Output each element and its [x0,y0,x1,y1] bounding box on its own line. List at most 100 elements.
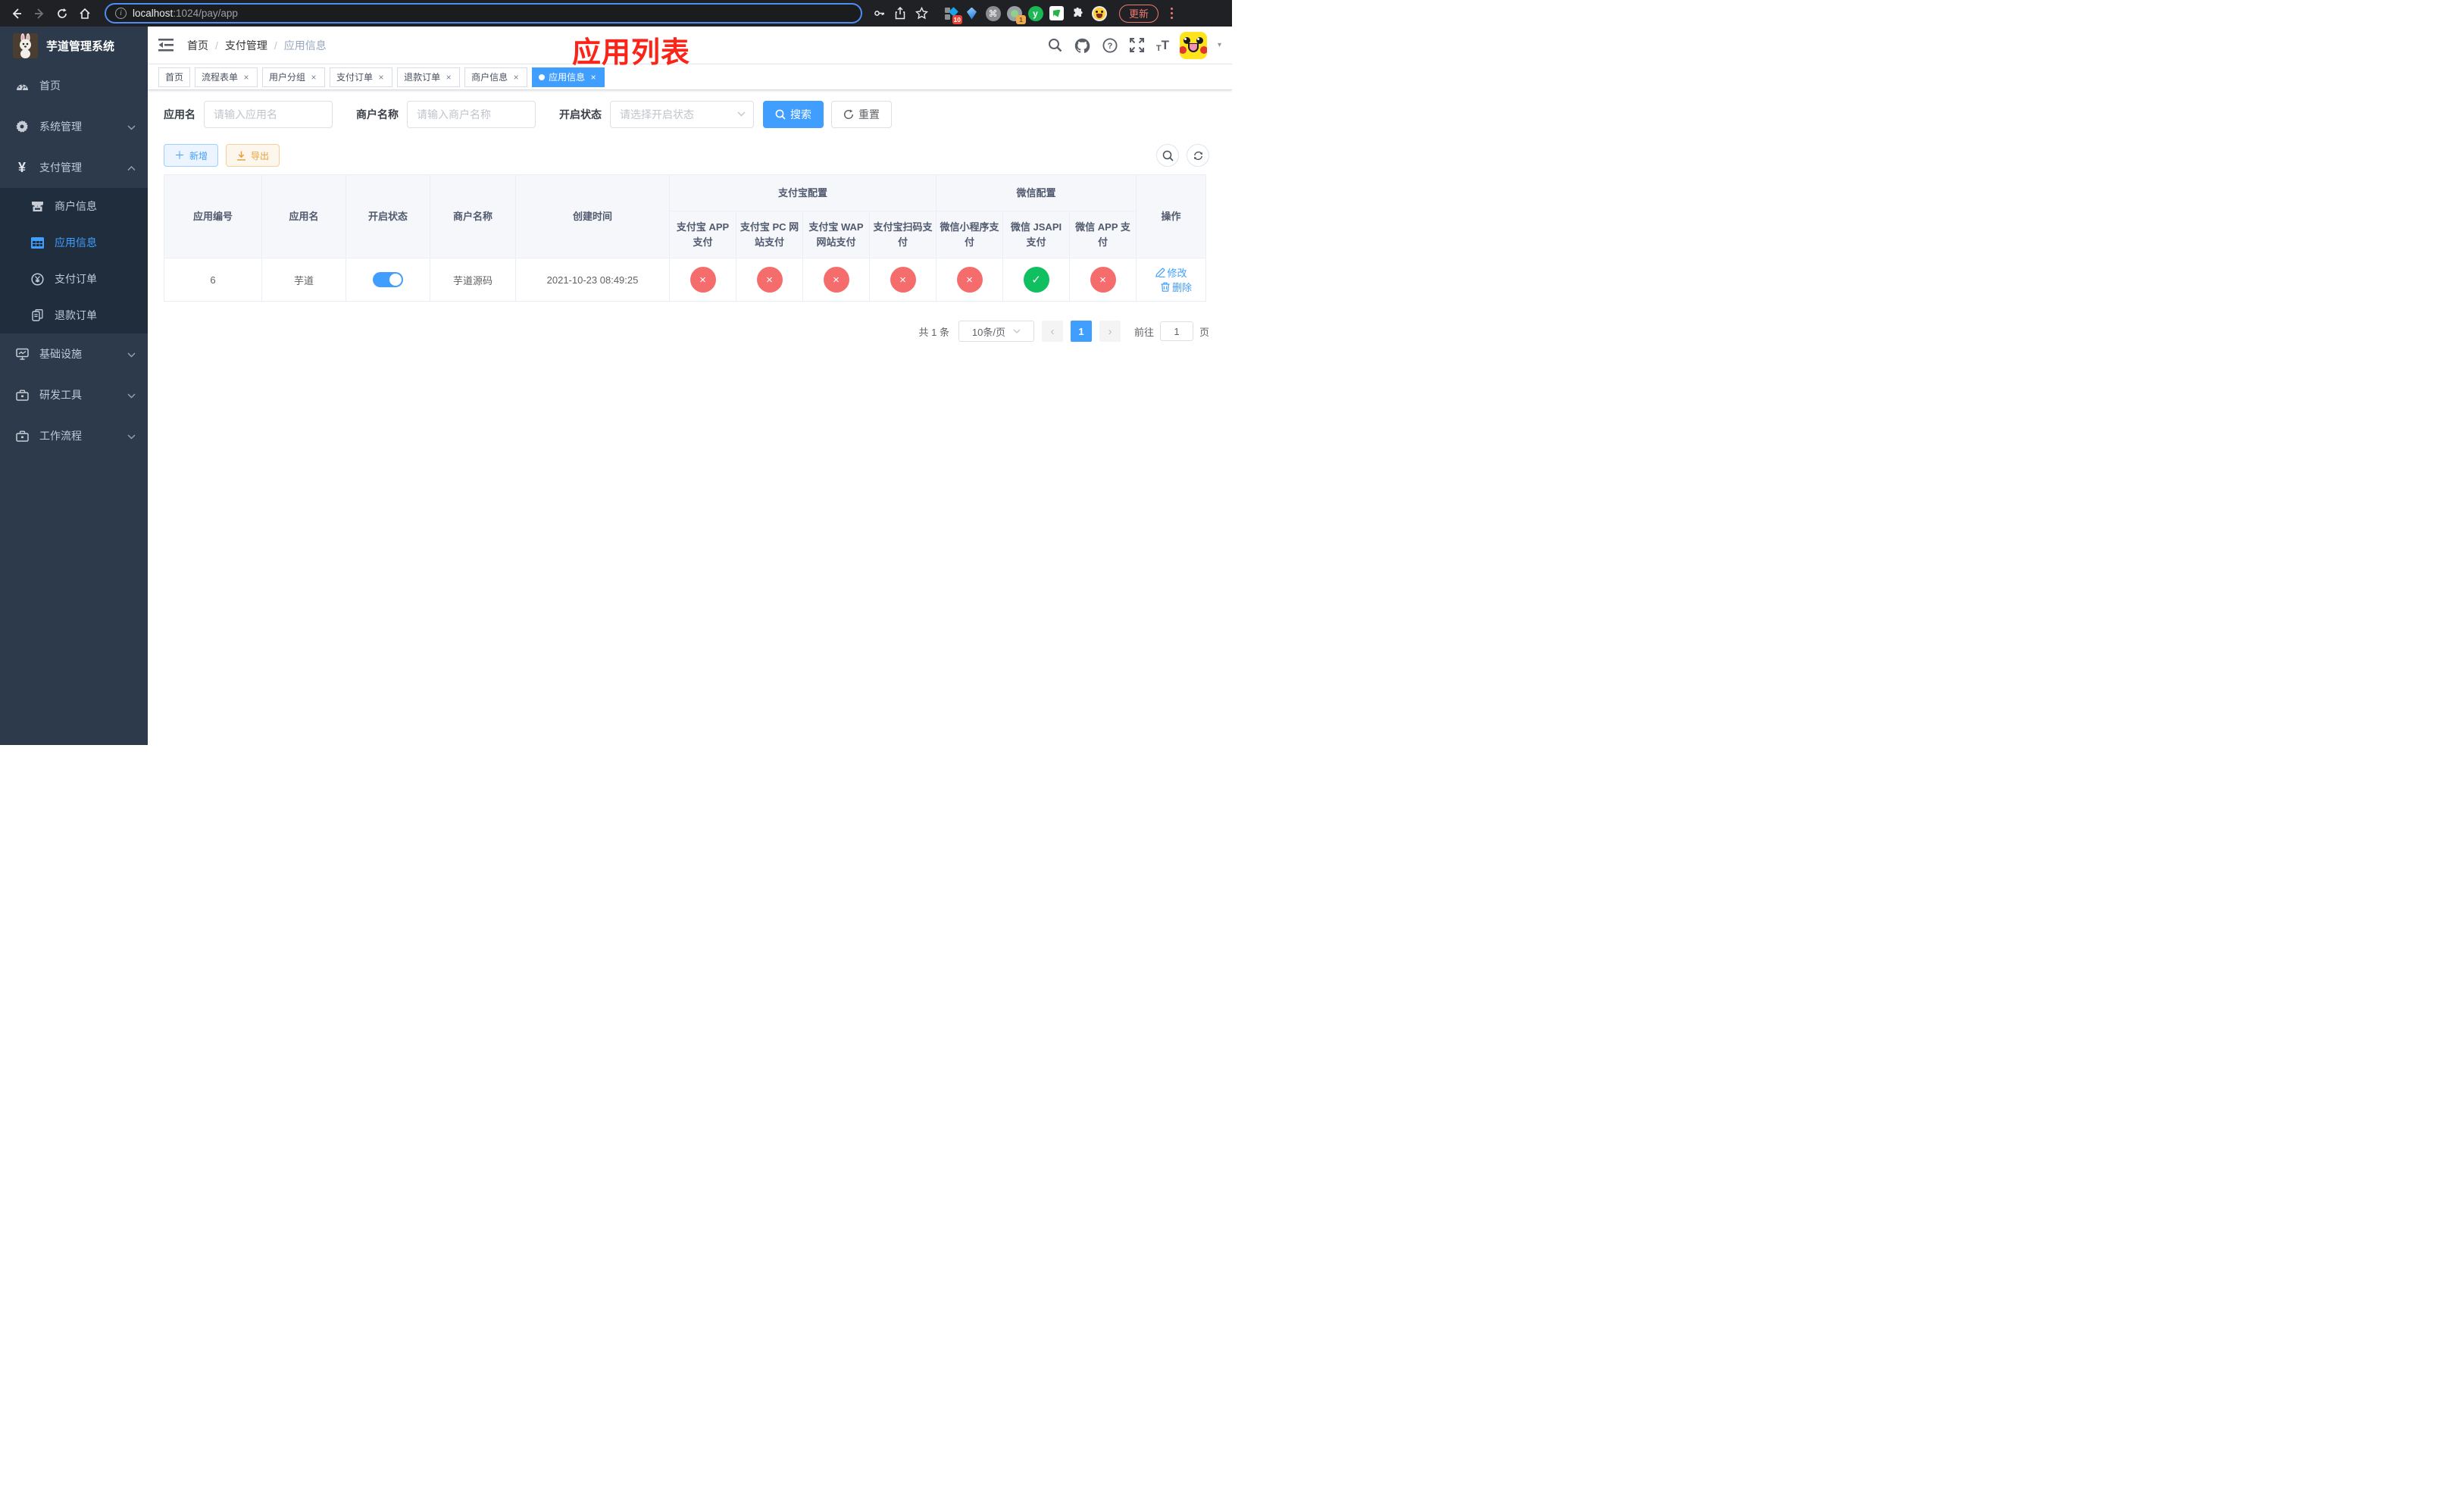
help-icon[interactable]: ? [1102,37,1118,54]
extension-session-icon[interactable]: 1 [1006,5,1026,24]
col-header-alipay-qr: 支付宝扫码支付 [868,211,937,258]
sidebar-item-infrastructure[interactable]: 基础设施 [0,333,148,374]
sidebar-item-home[interactable]: 首页 [0,65,148,106]
refresh-table-button[interactable] [1187,144,1209,167]
cell-merchant: 芋道源码 [430,258,516,302]
sidebar-item-dev-tools[interactable]: 研发工具 [0,374,148,415]
url-text[interactable]: localhost:1024/pay/app [133,8,238,19]
extensions-puzzle-icon[interactable] [1070,5,1086,21]
close-icon[interactable]: × [377,72,386,83]
close-icon[interactable]: × [589,72,598,83]
forward-icon[interactable] [30,5,48,23]
goto-page-input[interactable] [1159,321,1193,341]
font-size-icon[interactable]: TT [1156,38,1169,53]
chrome-update-button[interactable]: 更新 [1119,4,1159,23]
sidebar: 芋道管理系统 首页 系统管理 ¥ 支付管理 商户信息 应用信息 支付订单 退款订… [0,27,148,745]
sidebar-item-pay-order[interactable]: 支付订单 [0,261,148,297]
table-grid-icon [30,236,44,249]
sidebar-item-label: 应用信息 [55,236,97,249]
merchant-name-input[interactable] [407,101,536,128]
reset-button[interactable]: 重置 [831,101,892,128]
enabled-toggle[interactable] [373,272,403,287]
sidebar-item-system[interactable]: 系统管理 [0,106,148,147]
bookmark-star-icon[interactable] [912,5,930,23]
extension-kite-icon[interactable] [964,5,980,21]
page-1-button[interactable]: 1 [1070,321,1092,342]
tab-pay-order[interactable]: 支付订单 × [330,67,393,87]
tab-user-group[interactable]: 用户分组 × [262,67,326,87]
status-circle[interactable]: ✓ [1023,267,1049,293]
sidebar-collapse-icon[interactable] [158,38,175,53]
tab-home[interactable]: 首页 [158,67,191,87]
sidebar-item-label: 商户信息 [55,200,97,212]
cell-alipay-pc: × [736,258,803,302]
col-header-wx-app: 微信 APP 支付 [1069,211,1137,258]
share-icon[interactable] [891,5,909,23]
extension-y-icon[interactable]: y [1027,5,1043,21]
cell-wx-mini: × [936,258,1004,302]
breadcrumb-payment[interactable]: 支付管理 [225,38,267,53]
extension-command-icon[interactable]: ⌘ [985,5,1001,21]
extension-emoji-icon[interactable] [1091,5,1107,21]
github-icon[interactable] [1074,37,1091,54]
chevron-down-icon [127,389,136,401]
browser-menu-icon[interactable] [1166,6,1177,20]
tab-label: 应用信息 [549,72,586,83]
search-button[interactable]: 搜索 [763,101,824,128]
col-header-created: 创建时间 [515,174,670,258]
page-size-select[interactable]: 10条/页 [958,321,1034,342]
close-icon[interactable]: × [242,72,251,83]
cell-created: 2021-10-23 08:49:25 [515,258,670,302]
sidebar-item-app-info[interactable]: 应用信息 [0,224,148,261]
home-icon[interactable] [76,5,94,23]
add-button[interactable]: ＋ 新增 [164,144,219,167]
app-name-input[interactable] [204,101,333,128]
export-button[interactable]: 导出 [226,144,280,167]
add-button-label: 新增 [189,150,208,161]
address-bar[interactable]: i localhost:1024/pay/app [105,3,862,23]
extension-chat-icon[interactable] [1049,5,1065,21]
cell-wx-jsapi: ✓ [1002,258,1071,302]
tab-process-form[interactable]: 流程表单 × [195,67,258,87]
delete-link[interactable]: 删除 [1161,280,1192,294]
search-button-label: 搜索 [790,108,811,121]
prev-page-button[interactable]: ‹ [1041,321,1063,342]
status-circle[interactable]: × [890,267,916,293]
status-circle[interactable]: × [689,267,716,293]
sidebar-item-label: 工作流程 [39,430,82,442]
edit-link[interactable]: 修改 [1155,265,1187,280]
extension-tiles-icon[interactable]: 10 [943,5,962,24]
pagination: 共 1 条 10条/页 ‹ 1 › 前往 页 [164,321,1209,365]
tab-merchant-info[interactable]: 商户信息 × [464,67,528,87]
document-icon [30,309,44,321]
next-page-button[interactable]: › [1099,321,1121,342]
status-circle[interactable]: × [956,267,983,293]
sidebar-item-refund-order[interactable]: 退款订单 [0,297,148,333]
status-circle[interactable]: × [1090,267,1116,293]
fullscreen-icon[interactable] [1129,37,1146,54]
close-icon[interactable]: × [511,72,521,83]
toggle-search-button[interactable] [1156,144,1179,167]
sidebar-item-payment[interactable]: ¥ 支付管理 [0,147,148,188]
password-key-icon[interactable] [870,5,888,23]
reset-button-label: 重置 [858,108,880,121]
app-logo[interactable]: 芋道管理系统 [0,27,148,65]
sidebar-item-merchant-info[interactable]: 商户信息 [0,188,148,224]
status-select[interactable]: 请选择开启状态 [610,101,754,128]
close-icon[interactable]: × [309,72,318,83]
sidebar-item-workflow[interactable]: 工作流程 [0,415,148,456]
edit-link-label: 修改 [1167,268,1187,279]
tab-refund-order[interactable]: 退款订单 × [397,67,461,87]
avatar-caret-icon[interactable]: ▾ [1218,41,1221,49]
site-info-icon[interactable]: i [115,8,127,19]
breadcrumb-home[interactable]: 首页 [187,38,208,53]
status-circle[interactable]: × [823,267,849,293]
close-icon[interactable]: × [444,72,453,83]
yen-circle-icon [30,272,44,286]
avatar[interactable] [1179,31,1207,59]
status-circle[interactable]: × [756,267,783,293]
col-header-alipay-pc: 支付宝 PC 网站支付 [736,211,803,258]
search-icon[interactable] [1047,37,1064,54]
back-icon[interactable] [8,5,26,23]
reload-icon[interactable] [53,5,71,23]
